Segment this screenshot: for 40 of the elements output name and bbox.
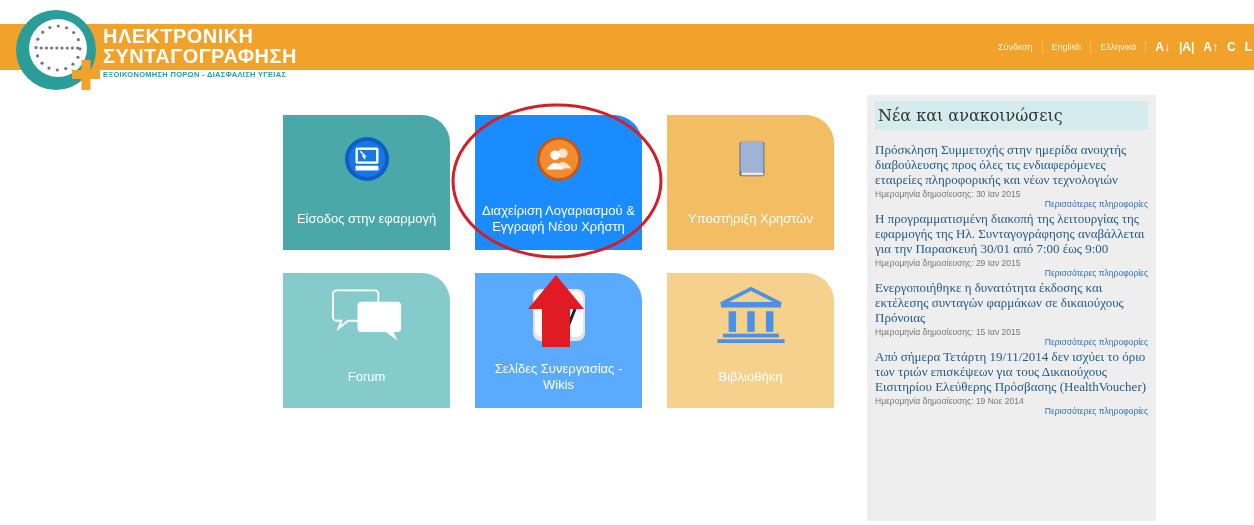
- top-link[interactable]: Σύνδεση: [998, 42, 1033, 52]
- more-info-link[interactable]: Περισσότερες πληροφορίες: [1044, 337, 1148, 347]
- news-date: Ημερομηνία δημοσίευσης: 30 Ιαν 2015: [875, 189, 1022, 199]
- library-icon: [714, 287, 787, 343]
- monitor-icon: [343, 136, 390, 182]
- menu-tile[interactable]: Forum: [283, 273, 450, 408]
- news-headline[interactable]: Ενεργοποιήθηκε η δυνατότητα έκδοσης και εκτέλεσης συνταγών φαρμάκων σε δικαιούχους Πρόνοιας: [875, 280, 1148, 325]
- tile-label: Διαχείριση Λογαριασμού & Εγγραφή Νέου Χρήστη: [481, 202, 636, 236]
- more-info-link[interactable]: Περισσότερες πληροφορίες: [1044, 406, 1148, 416]
- menu-tile[interactable]: Είσοδος στην εφαρμογή: [283, 115, 450, 250]
- menu-tile[interactable]: Υποστήριξη Χρηστών: [667, 115, 834, 250]
- logo-title: ΗΛΕΚΤΡΟΝΙΚΗ: [103, 26, 255, 46]
- news-headline[interactable]: Η προγραμματισμένη διακοπή της λειτουργίας της εφαρμογής της Ηλ. Συνταγογράφησης αναβάλλεται για την Παρασκευή 30/01 από 7:00 έως 9:00: [875, 211, 1148, 256]
- users-icon: [535, 136, 582, 182]
- top-link[interactable]: A↓: [1155, 40, 1170, 54]
- news-title: Νέα και ανακοινώσεις: [875, 101, 1148, 130]
- news-headline[interactable]: Πρόσκληση Συμμετοχής στην ημερίδα ανοιχτής διαβούλευσης προς όλες τις ενδιαφερόμενες εταιρείες πληροφορικής και νέων τεχνολογιών: [875, 142, 1148, 187]
- more-info-link[interactable]: Περισσότερες πληροφορίες: [1044, 199, 1148, 209]
- tile-label: Σελίδες Συνεργασίας - Wikis: [493, 360, 624, 394]
- top-link[interactable]: |A|: [1178, 40, 1195, 54]
- menu-tile[interactable]: Σελίδες Συνεργασίας - Wikis: [475, 273, 642, 408]
- top-link[interactable]: Ελληνικά: [1100, 42, 1137, 52]
- tile-label: Forum: [346, 368, 387, 386]
- news-headline[interactable]: Από σήμερα Τετάρτη 19/11/2014 δεν ισχύει το όριο των τριών επισκέψεων για τους Δικαιούχους Εισιτηρίου Ελεύθερης Πρόσβασης (HealthVoucher): [875, 349, 1148, 394]
- logo-subtitle: ΣΥΝΤΑΓΟΓΡΑΦΗΣΗ: [103, 46, 297, 66]
- top-link[interactable]: English: [1051, 42, 1082, 52]
- chat-icon: [330, 287, 403, 343]
- news-date: Ημερομηνία δημοσίευσης: 15 Ιαν 2015: [875, 327, 1022, 337]
- top-link[interactable]: L: [1244, 40, 1252, 54]
- more-info-link[interactable]: Περισσότερες πληροφορίες: [1044, 268, 1148, 278]
- tile-label: Βιβλιοθήκη: [717, 368, 784, 386]
- top-link[interactable]: A↑: [1203, 40, 1218, 54]
- news-date: Ημερομηνία δημοσίευσης: 29 Ιαν 2015: [875, 258, 1022, 268]
- tile-label: Είσοδος στην εφαρμογή: [295, 210, 438, 228]
- top-link[interactable]: C: [1227, 40, 1236, 54]
- arrow-annotation: [528, 275, 584, 347]
- menu-tile[interactable]: Βιβλιοθήκη: [667, 273, 834, 408]
- tile-label: Υποστήριξη Χρηστών: [687, 210, 814, 228]
- menu-tile[interactable]: Διαχείριση Λογαριασμού & Εγγραφή Νέου Χρήστη: [475, 115, 642, 250]
- news-date: Ημερομηνία δημοσίευσης: 19 Νοε 2014: [875, 396, 1025, 406]
